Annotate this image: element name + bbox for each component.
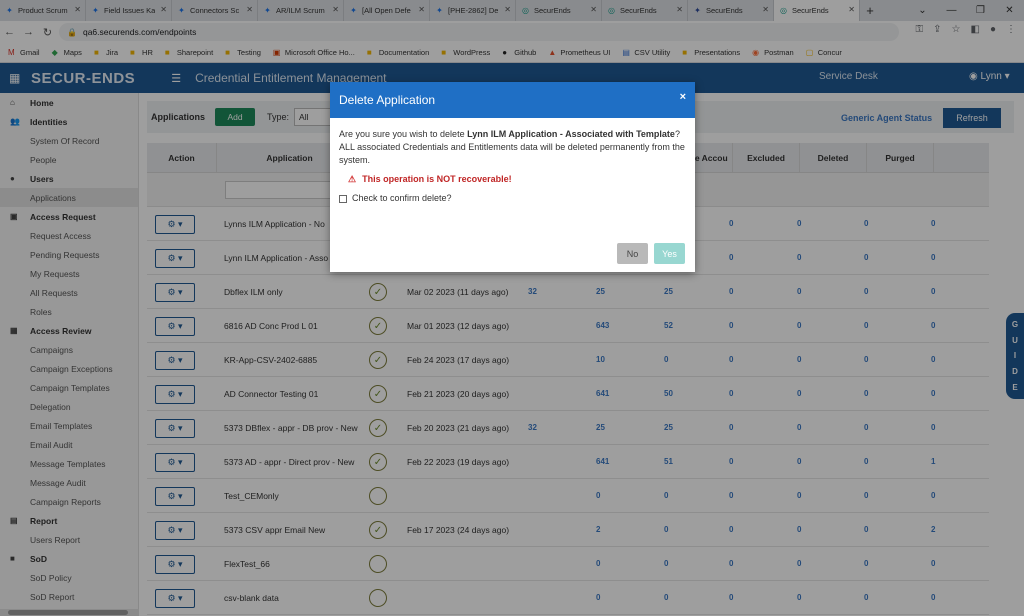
question-suffix: ? <box>674 129 680 139</box>
delete-info: ALL associated Credentials and Entitleme… <box>339 142 685 165</box>
dialog-header: Delete Application <box>330 82 695 118</box>
confirm-delete-label[interactable]: Check to confirm delete? <box>352 192 452 205</box>
no-button[interactable]: No <box>617 243 648 264</box>
dialog-body: Are you sure you wish to delete Lynn ILM… <box>330 118 695 205</box>
question-prefix: Are you sure you wish to delete <box>339 129 468 139</box>
confirm-delete-checkbox-row[interactable]: Check to confirm delete? <box>339 192 686 205</box>
yes-button[interactable]: Yes <box>654 243 685 264</box>
close-icon[interactable]: × <box>680 91 686 103</box>
dialog-title: Delete Application <box>339 93 436 107</box>
warning-message: ⚠ This operation is NOT recoverable! <box>348 173 686 186</box>
warning-text: This operation is NOT recoverable! <box>362 174 512 184</box>
delete-application-dialog: Delete Application × Are you sure you wi… <box>330 82 695 272</box>
question-app-name: Lynn ILM Application - Associated with T… <box>467 129 675 139</box>
confirm-delete-checkbox[interactable] <box>339 194 347 203</box>
dialog-footer: No Yes <box>617 243 685 264</box>
warning-triangle-icon: ⚠ <box>348 174 357 184</box>
confirm-question: Are you sure you wish to delete Lynn ILM… <box>339 128 686 141</box>
